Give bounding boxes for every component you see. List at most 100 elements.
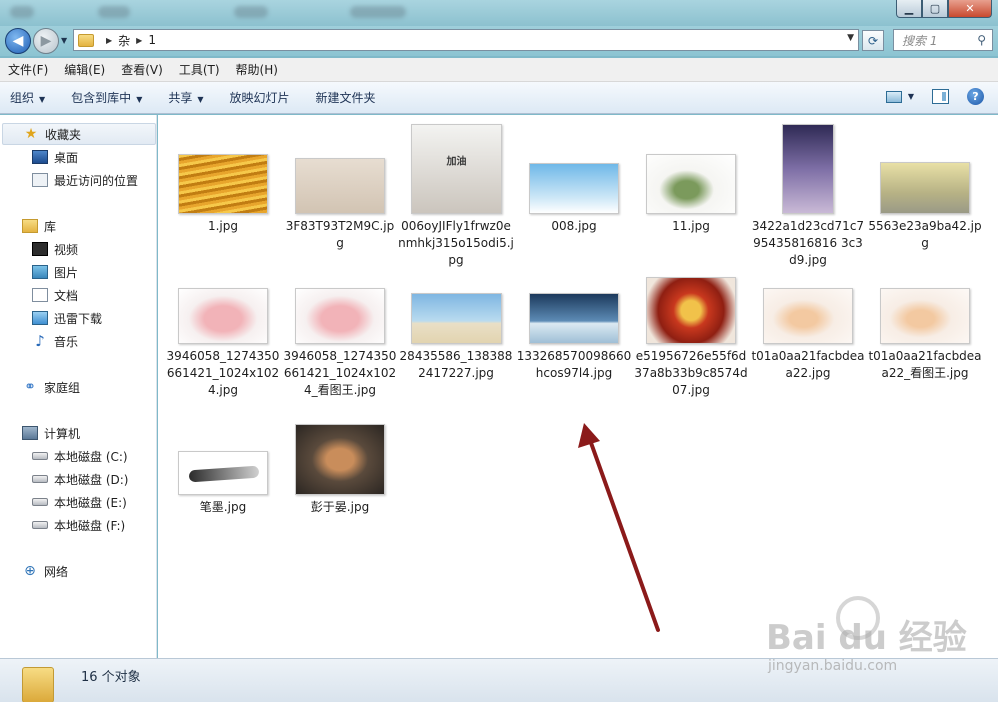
nav-label: 音乐 <box>54 334 79 349</box>
breadcrumb-separator-icon[interactable]: ▶ <box>106 36 112 45</box>
nav-label: 迅雷下载 <box>54 311 103 326</box>
file-name[interactable]: 006oyJIFly1frwz0enmhkj315o15odi5.jpg <box>398 218 514 269</box>
file-thumbnail[interactable]: 加油 <box>411 124 502 214</box>
nav-desktop[interactable]: 桌面 <box>32 146 78 168</box>
nav-label: 库 <box>44 219 57 234</box>
desktop-icon <box>32 150 48 164</box>
nav-drive-c[interactable]: 本地磁盘 (C:) <box>32 445 128 467</box>
file-name[interactable]: 008.jpg <box>516 218 632 235</box>
nav-favorites[interactable]: ★ 收藏夹 <box>2 123 156 145</box>
file-name[interactable]: 笔墨.jpg <box>165 499 281 516</box>
nav-music[interactable]: ♪ 音乐 <box>32 330 78 352</box>
file-name[interactable]: 3946058_1274350661421_1024x1024.jpg <box>165 348 281 399</box>
file-thumbnail[interactable] <box>295 158 385 214</box>
file-name[interactable]: t01a0aa21facbdeaa22_看图王.jpg <box>867 348 983 382</box>
menu-help[interactable]: 帮助(H) <box>236 61 278 78</box>
nav-pictures[interactable]: 图片 <box>32 261 78 283</box>
nav-recent-places[interactable]: 最近访问的位置 <box>32 169 138 191</box>
breadcrumb-item[interactable]: 杂 <box>118 32 130 49</box>
nav-drive-d[interactable]: 本地磁盘 (D:) <box>32 468 128 490</box>
menu-view[interactable]: 查看(V) <box>121 61 163 78</box>
share-button[interactable]: 共享 ▼ <box>168 89 203 106</box>
file-name[interactable]: 3F83T93T2M9C.jpg <box>282 218 398 252</box>
help-icon[interactable]: ? <box>967 88 984 105</box>
nav-documents[interactable]: 文档 <box>32 284 78 306</box>
nav-homegroup[interactable]: ⚭ 家庭组 <box>22 376 80 398</box>
new-folder-button[interactable]: 新建文件夹 <box>316 89 376 106</box>
nav-network[interactable]: ⊕ 网络 <box>22 560 68 582</box>
file-name[interactable]: 133268570098660hcos97l4.jpg <box>516 348 632 382</box>
menu-edit[interactable]: 编辑(E) <box>64 61 105 78</box>
file-thumbnail[interactable] <box>782 124 834 214</box>
file-thumbnail[interactable] <box>178 288 268 344</box>
minimize-icon: ▁ <box>904 2 914 15</box>
chevron-down-icon[interactable]: ▼ <box>908 92 914 101</box>
nav-drive-e[interactable]: 本地磁盘 (E:) <box>32 491 127 513</box>
download-folder-icon <box>32 311 48 325</box>
search-input[interactable]: 搜索 1 ⚲ <box>893 29 993 51</box>
file-name[interactable]: t01a0aa21facbdeaa22.jpg <box>750 348 866 382</box>
file-name[interactable]: 3422a1d23cd71c795435816816 3c3d9.jpg <box>750 218 866 269</box>
file-thumbnail[interactable] <box>295 424 385 495</box>
file-name[interactable]: 1.jpg <box>165 218 281 235</box>
file-name[interactable]: 28435586_1383882417227.jpg <box>398 348 514 382</box>
minimize-button[interactable]: ▁ <box>896 0 922 18</box>
back-button[interactable]: ◀ <box>5 28 31 54</box>
file-thumbnail[interactable] <box>880 162 970 214</box>
slideshow-button[interactable]: 放映幻灯片 <box>230 89 290 106</box>
file-name[interactable]: 5563e23a9ba42.jpg <box>867 218 983 252</box>
file-thumbnail[interactable] <box>295 288 385 344</box>
nav-label: 计算机 <box>44 426 81 441</box>
breadcrumb-separator-icon[interactable]: ▶ <box>136 36 142 45</box>
address-bar[interactable]: ▶ 杂 ▶ 1 ▼ <box>73 29 859 51</box>
file-thumbnail[interactable] <box>646 154 736 214</box>
folder-icon <box>22 667 54 702</box>
close-button[interactable]: ✕ <box>948 0 992 18</box>
nav-thunder-downloads[interactable]: 迅雷下载 <box>32 307 102 329</box>
close-icon: ✕ <box>965 2 975 15</box>
breadcrumb-item[interactable]: 1 <box>148 33 156 47</box>
maximize-button[interactable]: ▢ <box>922 0 948 18</box>
file-thumbnail[interactable] <box>880 288 970 344</box>
drive-icon <box>32 498 48 506</box>
navigation-pane: ★ 收藏夹 桌面 最近访问的位置 库 视频 图片 文档 迅雷下载 ♪ 音乐 ⚭ 家庭组… <box>0 115 157 658</box>
file-name[interactable]: 3946058_1274350661421_1024x1024_看图王.jpg <box>282 348 398 399</box>
menu-file[interactable]: 文件(F) <box>8 61 48 78</box>
file-thumbnail[interactable] <box>529 293 619 344</box>
nav-computer[interactable]: 计算机 <box>22 422 80 444</box>
file-name[interactable]: 11.jpg <box>633 218 749 235</box>
file-thumbnail[interactable] <box>529 163 619 214</box>
organize-button[interactable]: 组织 ▼ <box>10 89 45 106</box>
search-icon[interactable]: ⚲ <box>977 33 986 47</box>
organize-label: 组织 <box>10 91 35 105</box>
computer-icon <box>22 426 38 440</box>
address-dropdown-icon[interactable]: ▼ <box>847 33 854 43</box>
nav-label: 视频 <box>54 242 79 257</box>
refresh-button[interactable]: ⟳ <box>862 30 884 51</box>
item-count: 16 个对象 <box>81 670 141 685</box>
include-in-library-button[interactable]: 包含到库中 ▼ <box>71 89 142 106</box>
nav-videos[interactable]: 视频 <box>32 238 78 260</box>
change-view-icon[interactable] <box>885 90 902 103</box>
file-thumbnail[interactable] <box>178 451 268 495</box>
file-name[interactable]: 彭于晏.jpg <box>282 499 398 516</box>
menu-tools[interactable]: 工具(T) <box>179 61 220 78</box>
recent-pages-dropdown[interactable]: ▼ <box>61 36 67 45</box>
status-bar: 16 个对象 <box>0 658 998 702</box>
blurred-title-fragment <box>234 6 268 18</box>
file-thumbnail[interactable] <box>646 277 736 344</box>
file-thumbnail[interactable] <box>763 288 853 344</box>
file-name[interactable]: e51956726e55f6d37a8b33b9c8574d07.jpg <box>633 348 749 399</box>
file-thumbnail[interactable] <box>411 293 502 344</box>
nav-drive-f[interactable]: 本地磁盘 (F:) <box>32 514 125 536</box>
file-thumbnail[interactable] <box>178 154 268 214</box>
nav-label: 图片 <box>54 265 79 280</box>
folder-icon <box>78 33 94 47</box>
video-icon <box>32 242 48 256</box>
forward-button[interactable]: ▶ <box>33 28 59 54</box>
nav-libraries[interactable]: 库 <box>22 215 56 237</box>
command-bar: 组织 ▼ 包含到库中 ▼ 共享 ▼ 放映幻灯片 新建文件夹 ▼ ? <box>0 82 998 114</box>
nav-label: 本地磁盘 (C:) <box>54 449 128 464</box>
preview-pane-icon[interactable] <box>932 89 949 104</box>
share-label: 共享 <box>168 91 193 105</box>
